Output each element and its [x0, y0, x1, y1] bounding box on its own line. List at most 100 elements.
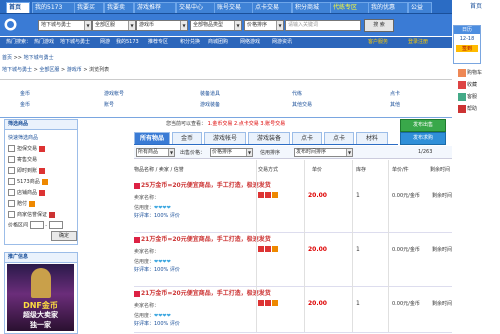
breadcrumb-home[interactable]: 首页	[2, 55, 12, 61]
notice-item[interactable]: 1.金币交易	[208, 121, 233, 127]
sublink-points[interactable]: 积分兑换	[180, 37, 200, 48]
checkbox[interactable]	[8, 156, 15, 163]
sublink-customer-service[interactable]: 客户服务	[368, 37, 388, 48]
filter-option[interactable]: 寄售交易	[8, 156, 37, 163]
listing-rating[interactable]: 好评率：100% 评价	[134, 320, 180, 327]
search-bar: 地下城与勇士 ▼ 全部区服 ▼ 游戏币 ▼ 全部物品类型 ▼ 价格排序 ▼ 请输入关键词 …	[0, 14, 452, 36]
tool-service[interactable]: 客服	[458, 92, 477, 102]
tab-buy[interactable]: 我要买	[74, 2, 104, 13]
filter-option[interactable]: 5173商品	[8, 178, 48, 185]
sublink-group-buy[interactable]: 商城团购	[208, 37, 228, 48]
category-link[interactable]: 其他交易	[292, 101, 312, 108]
category-link[interactable]: 其他	[390, 101, 400, 108]
publish-sell-button[interactable]: 发布出售	[400, 119, 446, 132]
breadcrumb-game[interactable]: 地下城与勇士	[24, 55, 54, 61]
listing-rating[interactable]: 好评率：100% 评价	[134, 212, 180, 219]
sublink-dnf[interactable]: 地下城与勇士	[60, 37, 90, 48]
filter-confirm-button[interactable]: 确定	[51, 231, 77, 241]
filter-option-label: 赔付	[17, 201, 28, 207]
tab-sell[interactable]: 我要卖	[104, 2, 134, 13]
notice-item[interactable]: 2.点卡交易	[234, 121, 259, 127]
tab-all-items[interactable]: 所有物品	[134, 132, 170, 144]
tab-gold[interactable]: 金币	[172, 132, 202, 144]
tab-material[interactable]: 材料	[356, 132, 388, 144]
tab-discount[interactable]: 我的优惠	[368, 2, 408, 13]
credit-sort-link[interactable]: 信用排序	[260, 149, 280, 156]
sublink-net-games[interactable]: 网络游戏	[240, 37, 260, 48]
tab-account[interactable]: 游戏帐号	[204, 132, 246, 144]
game-select[interactable]: 地下城与勇士 ▼	[38, 20, 92, 31]
listing-rating[interactable]: 好评率：100% 评价	[134, 266, 180, 273]
tab-trade[interactable]: 交易中心	[176, 2, 216, 13]
filter-option[interactable]: 即时到账	[8, 167, 46, 174]
listing-title[interactable]: 21万金币=20元便宜商品，手工打造，极速发货	[134, 234, 271, 243]
tool-favorite[interactable]: 收藏	[458, 80, 477, 90]
filter-option[interactable]: 赔付	[8, 200, 36, 207]
category-link[interactable]: 游戏帐号	[104, 90, 124, 97]
category-link[interactable]: 金币	[20, 90, 30, 97]
breadcrumb-category[interactable]: 游戏币	[67, 67, 82, 73]
filter-option[interactable]: 商家信誉保证	[8, 211, 56, 218]
server-select[interactable]: 全部区服 ▼	[92, 20, 136, 31]
breadcrumb-server[interactable]: 全部区服	[39, 67, 59, 73]
price-max-input[interactable]	[48, 221, 63, 229]
category-link[interactable]: 账号	[104, 101, 114, 108]
category-link[interactable]: 点卡	[390, 90, 400, 97]
listing-title[interactable]: 25万金币=20元便宜商品，手工打造，极速发货	[134, 180, 271, 189]
checkin-button[interactable]: 签到	[456, 45, 478, 52]
tab-card[interactable]: 点卡	[292, 132, 322, 144]
checkbox[interactable]	[8, 167, 15, 174]
price-sort-select[interactable]: 价格排序 ▼	[210, 148, 253, 157]
tab-equipment[interactable]: 游戏装备	[248, 132, 290, 144]
guarantee-icon	[258, 300, 264, 306]
time-sort-select[interactable]: 发布时间排序 ▼	[294, 148, 353, 157]
breadcrumb-game[interactable]: 地下城与勇士	[2, 67, 32, 73]
category-link[interactable]: 代练	[292, 90, 302, 97]
category-link[interactable]: 金币	[20, 101, 30, 108]
search-input[interactable]: 请输入关键词	[285, 20, 361, 31]
sublink-online-games[interactable]: 网游	[100, 37, 110, 48]
category-link[interactable]: 装备道具	[200, 90, 220, 97]
tab-points[interactable]: 积分商城	[292, 2, 332, 13]
help-icon	[458, 104, 466, 113]
sublink-login[interactable]: 登录注册	[408, 37, 428, 48]
column-header[interactable]: 单价	[312, 166, 322, 173]
sublink-my-5173[interactable]: 我的5173	[116, 37, 139, 48]
tab-home[interactable]: 首页	[6, 2, 30, 13]
promo-banner[interactable]: DNF金币 超级大卖家 独一家	[7, 264, 74, 331]
subcategory-select[interactable]: 全部物品类型 ▼	[190, 20, 242, 31]
home-link[interactable]: 首页	[453, 1, 499, 13]
sublink-news[interactable]: 网游资讯	[272, 37, 292, 48]
tab-leveling[interactable]: 代练专区	[330, 2, 370, 13]
checkbox[interactable]	[8, 200, 15, 207]
sort-select[interactable]: 价格排序 ▼	[244, 20, 284, 31]
filter-option[interactable]: 担保交易	[8, 145, 46, 152]
price-min-input[interactable]	[29, 221, 44, 229]
notice-item[interactable]: 3.账号交易	[260, 121, 285, 127]
tab-charity[interactable]: 公益	[408, 2, 432, 13]
tab-account[interactable]: 账号交易	[214, 2, 254, 13]
checkbox[interactable]	[8, 211, 15, 218]
category-select[interactable]: 游戏币 ▼	[136, 20, 188, 31]
filter-option[interactable]: 店铺商品	[8, 189, 46, 196]
column-header[interactable]: 单价/件	[392, 166, 409, 173]
tool-help[interactable]: 帮助	[458, 104, 477, 114]
column-header[interactable]: 剩余时间	[430, 166, 450, 173]
checkbox[interactable]	[8, 189, 15, 196]
sublink-recommend[interactable]: 推荐专区	[148, 37, 168, 48]
checkbox[interactable]	[8, 145, 15, 152]
tool-cart[interactable]: 购物车	[458, 68, 482, 78]
column-header[interactable]: 库存	[356, 166, 366, 173]
tab-recommend[interactable]: 游戏推荐	[134, 2, 176, 13]
item-filter-select[interactable]: 所有商品 ▼	[136, 148, 175, 157]
tab-card-2[interactable]: 点卡	[324, 132, 354, 144]
publish-buy-button[interactable]: 发布求购	[400, 132, 446, 145]
tab-card[interactable]: 点卡交易	[252, 2, 292, 13]
logo-icon	[4, 17, 17, 32]
sublink-hot-games[interactable]: 热门游戏	[34, 37, 54, 48]
listing-title[interactable]: 21万金币=20元便宜商品，手工打造，极速发货	[134, 288, 271, 297]
search-button[interactable]: 搜 索	[364, 19, 394, 32]
tab-my-5173[interactable]: 我的5173	[32, 2, 76, 13]
checkbox[interactable]	[8, 178, 15, 185]
category-link[interactable]: 游戏装备	[200, 101, 220, 108]
